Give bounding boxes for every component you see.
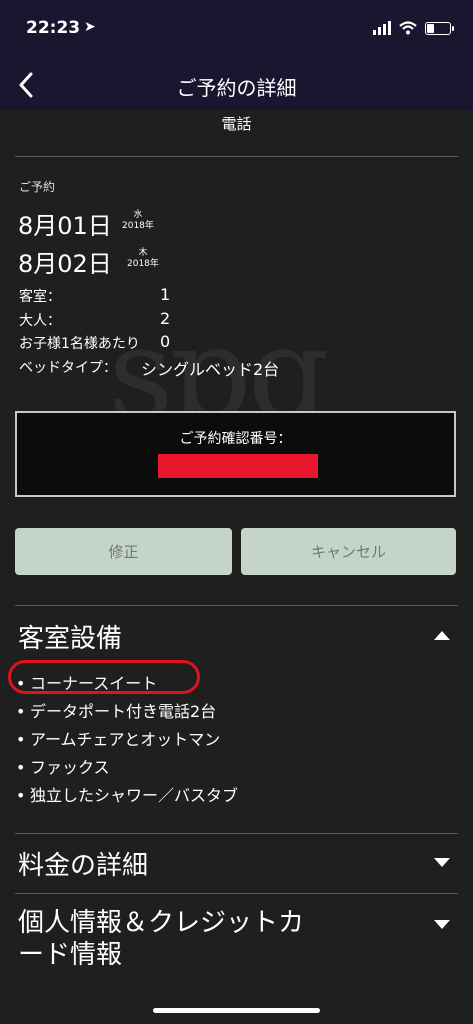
list-item: • ファックス	[16, 758, 110, 777]
amenity-label: ファックス	[30, 758, 110, 777]
battery-icon	[425, 21, 454, 35]
personal-info-title[interactable]: 個人情報＆クレジットカ ード情報	[18, 907, 304, 971]
cancel-button[interactable]: キャンセル	[241, 528, 456, 575]
page-title: ご予約の詳細	[176, 76, 297, 100]
battery-level	[427, 23, 435, 33]
amenity-label: データポート付き電話2台	[30, 702, 217, 721]
list-item: • アームチェアとオットマン	[16, 730, 221, 749]
navigation-bar: ご予約の詳細	[0, 60, 473, 110]
status-icons	[373, 20, 454, 36]
divider	[15, 156, 458, 157]
adults-label: 大人：	[19, 313, 61, 329]
amenity-label: アームチェアとオットマン	[30, 730, 221, 749]
room-amenities-title[interactable]: 客室設備	[18, 618, 122, 655]
redacted-confirmation-number	[158, 454, 318, 478]
list-item: • 独立したシャワー／バスタブ	[16, 786, 239, 805]
phone-link[interactable]: 電話	[0, 113, 473, 134]
checkin-date: 8月01日	[18, 212, 112, 240]
divider	[15, 605, 458, 606]
checkout-day-year: 木 2018年	[127, 248, 159, 270]
chevron-down-icon[interactable]	[434, 920, 450, 929]
divider	[15, 833, 458, 834]
status-time: 22:23	[26, 18, 81, 38]
checkout-date: 8月02日	[18, 250, 112, 278]
personal-info-title-line2: ード情報	[18, 940, 123, 970]
rate-details-title[interactable]: 料金の詳細	[18, 845, 148, 882]
adults-value: 2	[160, 309, 171, 328]
confirmation-box: ご予約確認番号：	[15, 411, 456, 497]
wifi-icon	[399, 21, 417, 35]
chevron-down-icon[interactable]	[434, 858, 450, 867]
rooms-label: 客室：	[19, 289, 61, 305]
status-bar: 22:23 ➤	[0, 0, 473, 60]
bed-type-value: シングルベッド2台	[141, 360, 280, 379]
highlight-annotation	[8, 660, 200, 694]
confirmation-label: ご予約確認番号：	[179, 431, 292, 447]
rooms-value: 1	[160, 285, 171, 304]
children-label: お子様1名様あたり	[19, 336, 140, 352]
checkin-year: 2018年	[122, 221, 154, 231]
reservation-section-label: ご予約	[19, 180, 56, 194]
list-item: • データポート付き電話2台	[16, 702, 217, 721]
home-indicator[interactable]	[153, 1008, 320, 1013]
checkin-dow: 水	[133, 210, 143, 220]
location-arrow-icon: ➤	[84, 19, 96, 35]
amenity-label: 独立したシャワー／バスタブ	[30, 786, 239, 805]
personal-info-title-line1: 個人情報＆クレジットカ	[18, 908, 305, 938]
cellular-signal-icon	[373, 21, 391, 35]
modify-button[interactable]: 修正	[15, 528, 232, 575]
checkin-day-year: 水 2018年	[122, 210, 154, 232]
checkout-year: 2018年	[127, 259, 159, 269]
children-value: 0	[160, 332, 171, 351]
checkout-dow: 木	[138, 248, 148, 258]
bed-type-label: ベッドタイプ：	[19, 360, 117, 376]
divider	[15, 893, 458, 894]
chevron-up-icon[interactable]	[434, 631, 450, 640]
